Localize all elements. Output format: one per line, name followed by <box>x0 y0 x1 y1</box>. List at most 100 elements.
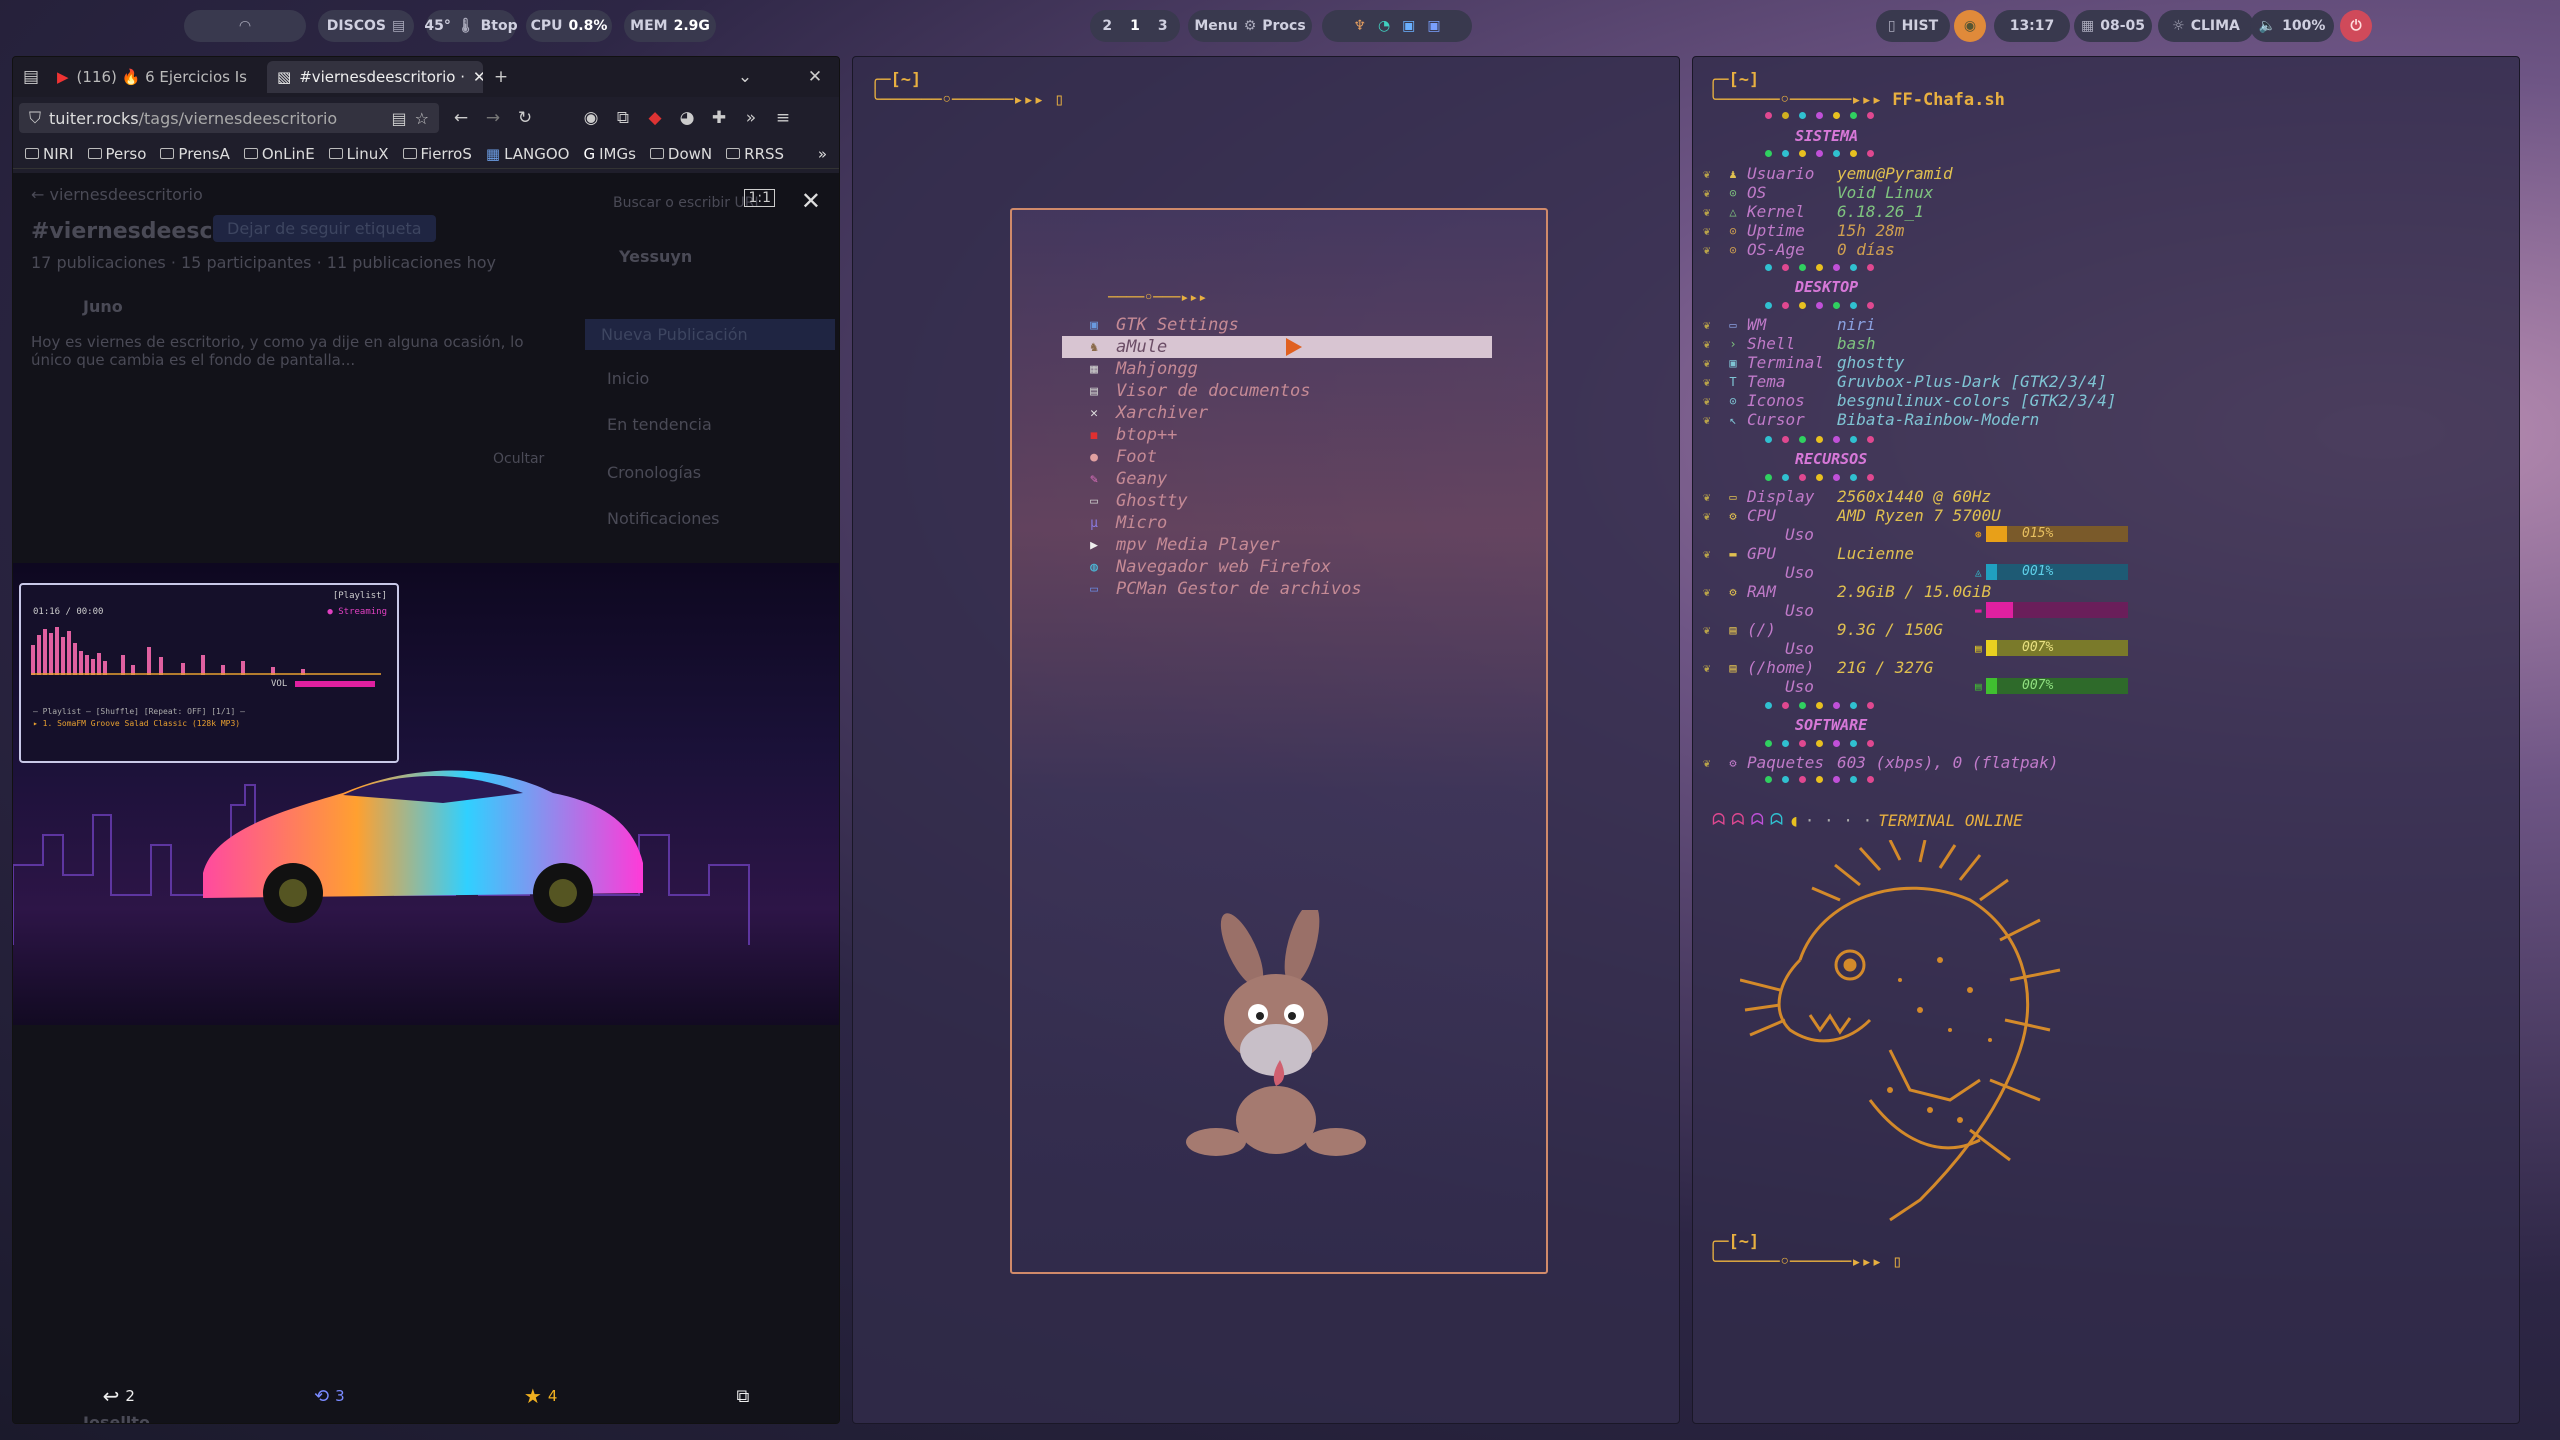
bookmark-folder[interactable]: OnLinE <box>243 145 315 163</box>
ghostty-tray-icon[interactable]: ◔ <box>1378 18 1390 34</box>
info-row-terminal: ❦ ▣ Terminal ghostty <box>1703 353 1904 372</box>
procs-label[interactable]: Procs <box>1262 18 1305 34</box>
sidebar-icon[interactable]: ▤ <box>21 67 41 87</box>
yoga-icon[interactable]: ♆ <box>1353 18 1366 34</box>
nav-home[interactable]: Inicio <box>607 369 649 388</box>
menu-item[interactable]: ▤ Visor de documentos <box>1062 380 1492 402</box>
menu-item[interactable]: ▣ GTK Settings <box>1062 314 1492 336</box>
power-widget[interactable]: ⏻ <box>2340 10 2372 42</box>
info-value: besgnulinux-colors [GTK2/3/4] <box>1837 391 2117 410</box>
menu-item-label: Geany <box>1116 469 1168 489</box>
reader-icon[interactable]: ▤ <box>392 109 407 128</box>
nav-trending[interactable]: En tendencia <box>607 415 712 434</box>
menu-item[interactable]: ▭ Ghostty <box>1062 490 1492 512</box>
bookmark-folder[interactable]: DowN <box>649 145 712 163</box>
close-window-icon[interactable]: ✕ <box>805 67 825 87</box>
workspaces: 2 1 3 <box>1090 10 1180 42</box>
window-tray-icon[interactable]: ▣ <box>1402 18 1415 34</box>
back-icon[interactable]: ← <box>451 108 471 128</box>
bar-label: 007% <box>2022 678 2054 693</box>
current-user: Yessuyn <box>619 247 693 266</box>
menu-item-selected[interactable]: ♞ aMule <box>1062 336 1492 358</box>
workspace-1[interactable]: 1 <box>1130 18 1140 34</box>
boost-button[interactable]: ⟲ 3 <box>314 1386 345 1407</box>
leaf-icon: ❦ <box>1703 508 1711 523</box>
hashtag-stats: 17 publicaciones · 15 participantes · 11… <box>31 253 496 272</box>
ghost-icon: ᗣ <box>1712 810 1726 829</box>
nav-timelines[interactable]: Cronologías <box>607 463 701 482</box>
unfollow-button[interactable]: Dejar de seguir etiqueta <box>213 215 436 242</box>
open-external-button[interactable]: ⧉ <box>737 1386 750 1407</box>
new-post-button[interactable]: Nueva Publicación <box>585 319 835 350</box>
addon-icon[interactable]: ◕ <box>677 108 697 128</box>
cpu-widget[interactable]: CPU 0.8% <box>526 10 612 42</box>
menu-item[interactable]: μ Micro <box>1062 512 1492 534</box>
puzzle-icon[interactable]: ✚ <box>709 108 729 128</box>
bookmark-folder[interactable]: Perso <box>87 145 146 163</box>
screen-tray-icon[interactable]: ▣ <box>1427 18 1440 34</box>
ublock-icon[interactable]: ◆ <box>645 108 665 128</box>
close-icon[interactable]: ✕ <box>801 187 821 215</box>
reload-icon[interactable]: ↻ <box>515 108 535 128</box>
overflow-icon[interactable]: » <box>741 108 761 128</box>
forward-icon[interactable]: → <box>483 108 503 128</box>
bookmark-link[interactable]: ▦ LANGOO <box>486 145 570 163</box>
account-icon[interactable]: ◉ <box>581 108 601 128</box>
idle-widget[interactable]: ◉ <box>1954 10 1986 42</box>
history-widget[interactable]: ▯ HIST <box>1876 10 1950 42</box>
hamburger-icon[interactable]: ≡ <box>773 108 793 128</box>
zoom-button[interactable]: 1:1 <box>744 189 775 207</box>
brush-icon: T <box>1729 374 1737 389</box>
tab-tuiter[interactable]: ▧ #viernesdeescritorio · ✕ <box>267 61 483 93</box>
menu-item-label: Navegador web Firefox <box>1116 557 1331 577</box>
chevron-down-icon[interactable]: ⌄ <box>735 67 755 87</box>
bookmark-folder[interactable]: NIRI <box>25 145 74 163</box>
menu-item-label: btop++ <box>1116 425 1178 445</box>
info-key: Kernel <box>1747 202 1805 221</box>
workspace-3[interactable]: 3 <box>1158 18 1168 34</box>
bookmark-folder[interactable]: FierroS <box>402 145 472 163</box>
menu-item[interactable]: ● Foot <box>1062 446 1492 468</box>
star-icon[interactable]: ☆ <box>415 109 429 128</box>
menu-item[interactable]: ✎ Geany <box>1062 468 1492 490</box>
boost-icon: ⟲ <box>314 1385 330 1407</box>
menu-item[interactable]: ◼ btop++ <box>1062 424 1492 446</box>
volume-widget[interactable]: 🔈 100% <box>2250 10 2334 42</box>
nav-notifications[interactable]: Notificaciones <box>607 509 720 528</box>
mini-volume-bar <box>295 681 375 687</box>
info-row-root-usage: Uso ▤ <box>1725 639 1982 658</box>
menu-item-label: Micro <box>1116 513 1168 533</box>
menu-procs-widget[interactable]: Menu ⚙ Procs <box>1188 10 1312 42</box>
new-tab-icon[interactable]: + <box>491 67 511 87</box>
search-input[interactable]: Buscar o escribir URL <box>613 195 762 211</box>
tab-youtube[interactable]: ▶ (116) 🔥 6 Ejercicios Is <box>47 61 267 93</box>
bookmark-folder[interactable]: RRSS <box>726 145 784 163</box>
wifi-widget[interactable]: ◠ <box>184 10 306 42</box>
favourite-button[interactable]: ★ 4 <box>524 1384 557 1408</box>
bookmarks-overflow-icon[interactable]: » <box>818 145 827 163</box>
menu-label[interactable]: Menu <box>1194 18 1237 34</box>
menu-item[interactable]: ▭ PCMan Gestor de archivos <box>1062 578 1492 600</box>
hide-button[interactable]: Ocultar <box>493 451 544 467</box>
close-tab-icon[interactable]: ✕ <box>473 68 483 86</box>
extension-icon[interactable]: ⧉ <box>613 108 633 128</box>
mem-widget[interactable]: MEM 2.9G <box>624 10 716 42</box>
menu-item[interactable]: ◍ Navegador web Firefox <box>1062 556 1492 578</box>
geany-icon: ✎ <box>1090 471 1098 487</box>
url-bar[interactable]: ⛉ tuiter.rocks/tags/viernesdeescritorio … <box>19 103 439 133</box>
menu-item[interactable]: ▶ mpv Media Player <box>1062 534 1492 556</box>
menu-item[interactable]: ▦ Mahjongg <box>1062 358 1492 380</box>
reply-button[interactable]: ↩ 2 <box>103 1384 135 1408</box>
menu-item[interactable]: ✕ Xarchiver <box>1062 402 1492 424</box>
workspace-2[interactable]: 2 <box>1102 18 1112 34</box>
bookmark-folder[interactable]: PrensA <box>160 145 230 163</box>
weather-widget[interactable]: ☼ CLIMA <box>2158 10 2254 42</box>
bookmark-link[interactable]: G IMGs <box>583 145 635 163</box>
disks-widget[interactable]: DISCOS ▤ <box>318 10 414 42</box>
leaf-icon: ❦ <box>1703 336 1711 351</box>
date-widget[interactable]: ▦ 08-05 <box>2074 10 2152 42</box>
temp-widget[interactable]: 45° 🌡 Btop <box>424 10 518 42</box>
pcman-icon: ▭ <box>1090 581 1098 597</box>
bookmark-folder[interactable]: LinuX <box>328 145 389 163</box>
back-link[interactable]: ← viernesdeescritorio <box>31 185 203 204</box>
